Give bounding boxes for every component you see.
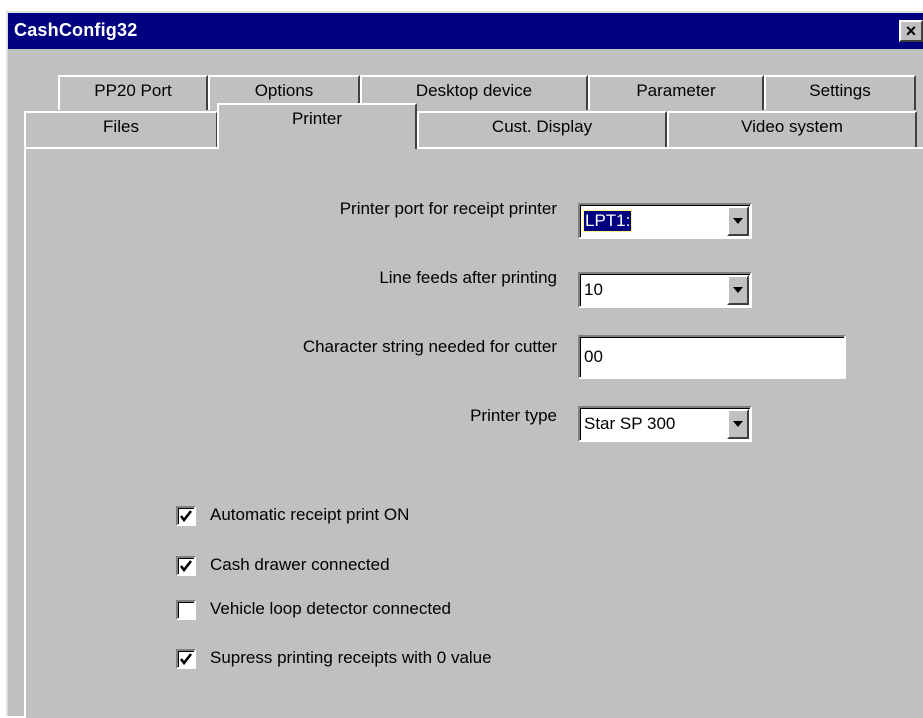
- tab-pp20-port[interactable]: PP20 Port: [58, 75, 208, 110]
- tab-cust-display[interactable]: Cust. Display: [417, 111, 667, 147]
- cutter-string-value: 00: [584, 347, 603, 366]
- checkbox-box[interactable]: [176, 600, 196, 620]
- printer-port-value: LPT1:: [582, 210, 633, 232]
- printer-port-label: Printer port for receipt printer: [339, 199, 557, 218]
- check-mark-icon: [179, 653, 193, 666]
- tab-settings[interactable]: Settings: [764, 75, 916, 110]
- main-window: CashConfig32 × PP20 Port Options Desktop…: [6, 11, 923, 718]
- cutter-string-label: Character string needed for cutter: [302, 337, 557, 356]
- line-feeds-value: 10: [584, 280, 603, 299]
- checkbox-label: Automatic receipt print ON: [210, 505, 410, 524]
- printer-port-dropdown-button[interactable]: [727, 206, 749, 236]
- line-feeds-select[interactable]: 10: [578, 272, 752, 308]
- chevron-down-icon: [733, 218, 743, 224]
- tab-printer[interactable]: Printer: [217, 103, 417, 149]
- title-bar: CashConfig32 ×: [8, 13, 923, 49]
- check-mark-icon: [179, 560, 193, 573]
- checkbox-box[interactable]: [176, 649, 196, 669]
- checkbox-label: Supress printing receipts with 0 value: [210, 648, 492, 667]
- printer-type-select[interactable]: Star SP 300: [578, 406, 752, 442]
- line-feeds-dropdown-button[interactable]: [727, 275, 749, 305]
- checkbox-box[interactable]: [176, 506, 196, 526]
- printer-type-value: Star SP 300: [584, 414, 676, 433]
- tab-video-system[interactable]: Video system: [667, 111, 917, 147]
- chevron-down-icon: [733, 421, 743, 427]
- printer-type-label: Printer type: [470, 406, 557, 425]
- check-mark-icon: [179, 510, 193, 523]
- checkbox-label: Vehicle loop detector connected: [210, 599, 452, 618]
- chevron-down-icon: [733, 287, 743, 293]
- checkbox-label: Cash drawer connected: [210, 555, 390, 574]
- checkbox-box[interactable]: [176, 556, 196, 576]
- printer-tab-panel: Printer port for receipt printer LPT1: L…: [24, 147, 923, 718]
- tab-files[interactable]: Files: [24, 111, 218, 147]
- printer-type-dropdown-button[interactable]: [727, 409, 749, 439]
- cutter-string-field[interactable]: 00: [578, 335, 846, 379]
- tab-parameter[interactable]: Parameter: [588, 75, 764, 110]
- printer-port-select[interactable]: LPT1:: [578, 203, 752, 239]
- line-feeds-label: Line feeds after printing: [379, 268, 557, 287]
- close-icon: ×: [905, 20, 917, 41]
- close-button[interactable]: ×: [899, 20, 923, 42]
- window-title: CashConfig32: [14, 20, 138, 40]
